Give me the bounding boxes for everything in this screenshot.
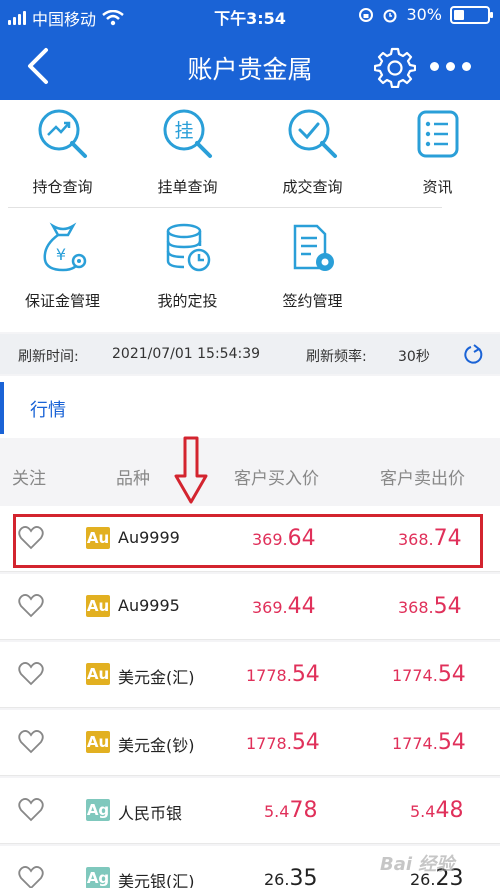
more-icon[interactable] [430, 62, 471, 71]
function-margin-management[interactable]: ¥ 保证金管理 [0, 220, 125, 311]
buy-price: 1778.54 [246, 730, 320, 755]
variety-name: 美元金(钞) [118, 736, 195, 755]
function-label: 保证金管理 [24, 292, 100, 310]
svg-text:挂: 挂 [174, 120, 193, 142]
refresh-icon[interactable] [462, 344, 484, 366]
function-label: 我的定投 [157, 292, 218, 310]
nav-bar: 账户贵金属 [0, 32, 500, 100]
header-follow: 关注 [12, 469, 46, 489]
header-buy-price: 客户买入价 [234, 469, 319, 489]
database-clock-icon [166, 223, 210, 272]
page-title: 账户贵金属 [187, 55, 313, 84]
table-row[interactable]: Au 美元金(钞) 1778.54 1774.54 [0, 710, 500, 776]
function-label: 持仓查询 [32, 178, 93, 196]
svg-text:¥: ¥ [55, 245, 65, 264]
refresh-frequency-value[interactable]: 30秒 [398, 346, 430, 366]
header-sell-price: 客户卖出价 [380, 469, 465, 489]
heart-icon[interactable] [18, 526, 44, 550]
refresh-time-value: 2021/07/01 15:54:39 [112, 346, 261, 362]
watermark: Bai 经验 [380, 854, 455, 875]
battery-icon [450, 5, 493, 24]
variety-name: Au9995 [118, 596, 180, 615]
order-search-icon: 挂 [163, 109, 212, 158]
rotation-lock-icon [359, 7, 374, 22]
refresh-bar: 刷新时间: 2021/07/01 15:54:39 刷新频率: 30秒 [0, 334, 500, 374]
active-tab-indicator [0, 382, 4, 434]
buy-price: 1778.54 [246, 662, 320, 687]
table-row[interactable]: Au Au9995 369.44 368.54 [0, 574, 500, 640]
status-bar: 中国移动 下午3:54 30% [0, 0, 500, 32]
list-icon [417, 110, 458, 158]
variety-name: 美元金(汇) [118, 668, 195, 687]
metal-badge: Ag [86, 867, 110, 888]
grid-divider [8, 207, 442, 208]
refresh-frequency-label: 刷新频率: [306, 349, 367, 365]
sell-price: 1774.54 [392, 730, 466, 755]
function-position-query[interactable]: 持仓查询 [0, 106, 125, 197]
metal-badge: Au [86, 527, 110, 549]
sell-price: 5.448 [410, 798, 464, 823]
metal-badge: Au [86, 663, 110, 685]
heart-icon[interactable] [18, 662, 44, 686]
function-label: 签约管理 [282, 292, 343, 310]
heart-icon[interactable] [18, 798, 44, 822]
function-grid: 持仓查询 挂 挂单查询 成交查询 资讯 ¥ 保证金管理 我的定投 签约管理 [0, 100, 500, 332]
heart-icon[interactable] [18, 866, 44, 888]
buy-price: 5.478 [264, 798, 318, 823]
check-search-icon [288, 109, 337, 158]
header-variety: 品种 [116, 469, 150, 489]
metal-badge: Au [86, 595, 110, 617]
battery-percent: 30% [406, 5, 442, 24]
metal-badge: Au [86, 731, 110, 753]
function-deal-query[interactable]: 成交查询 [250, 106, 375, 197]
refresh-time-label: 刷新时间: [18, 349, 79, 365]
sell-price: 368.74 [398, 526, 462, 551]
metal-badge: Ag [86, 799, 110, 821]
table-row[interactable]: Au 美元金(汇) 1778.54 1774.54 [0, 642, 500, 708]
variety-name: 美元银(汇) [118, 872, 195, 888]
function-my-investment[interactable]: 我的定投 [125, 220, 250, 311]
heart-icon[interactable] [18, 594, 44, 618]
tab-market[interactable]: 行情 [30, 396, 66, 422]
buy-price: 369.44 [252, 594, 316, 619]
function-label: 成交查询 [282, 178, 343, 196]
buy-price: 26.35 [264, 866, 318, 888]
function-label: 资讯 [422, 178, 453, 196]
document-gear-icon [293, 224, 334, 271]
function-label: 挂单查询 [157, 178, 218, 196]
sell-price: 1774.54 [392, 662, 466, 687]
gear-icon[interactable] [374, 46, 416, 88]
function-news[interactable]: 资讯 [375, 106, 500, 197]
function-contract-management[interactable]: 签约管理 [250, 220, 375, 311]
top-bar: 中国移动 下午3:54 30% 账户贵金属 [0, 0, 500, 100]
variety-name: Au9999 [118, 528, 180, 547]
chart-search-icon [38, 109, 87, 158]
table-row[interactable]: Ag 人民币银 5.478 5.448 [0, 778, 500, 844]
money-bag-icon: ¥ [43, 222, 86, 272]
heart-icon[interactable] [18, 730, 44, 754]
buy-price: 369.64 [252, 526, 316, 551]
table-row[interactable]: Au Au9999 369.64 368.74 [0, 506, 500, 572]
variety-name: 人民币银 [118, 804, 183, 823]
table-header: 关注 品种 客户买入价 客户卖出价 [0, 440, 500, 504]
down-arrow-annotation-icon [174, 436, 208, 504]
market-tab-row: 行情 [0, 376, 500, 438]
sell-price: 368.54 [398, 594, 462, 619]
alarm-icon [383, 9, 397, 22]
function-order-query[interactable]: 挂 挂单查询 [125, 106, 250, 197]
